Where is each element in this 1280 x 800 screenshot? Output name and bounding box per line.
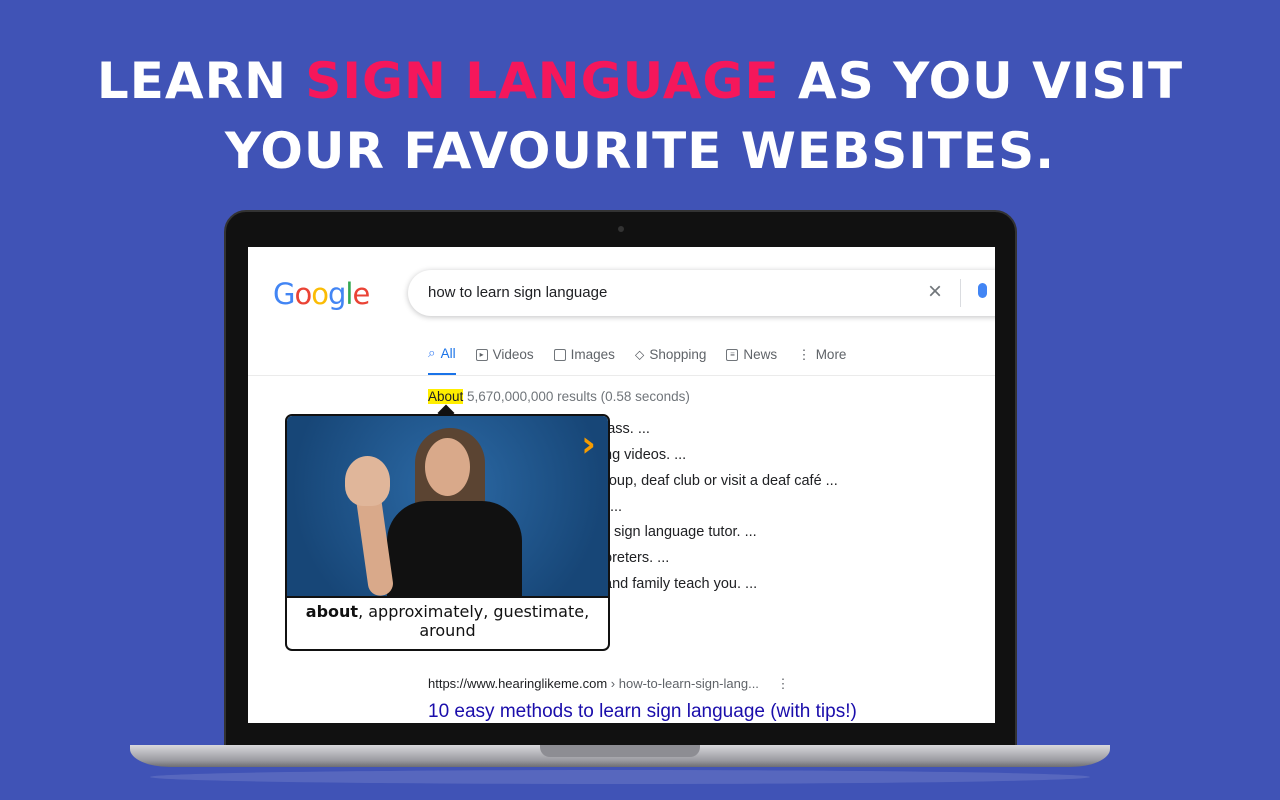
image-icon [553,348,566,361]
tab-label: Shopping [649,347,707,362]
chevron-right-icon[interactable]: › [581,424,596,465]
signer-hand [345,456,390,506]
search-tabs: ⌕ All ▸ Videos Images ⬦ Shopping ≡ News ⋮ Mor… [428,345,846,376]
play-icon: ▸ [475,348,488,361]
snippet-line: and family teach you. ... [604,576,758,592]
tab-videos[interactable]: ▸ Videos [475,345,534,376]
sign-language-popup: › about, approximately, guestimate, arou… [285,414,610,651]
signer-face [425,438,470,496]
headline-line-2: YOUR FAVOURITE WEBSITES. [224,122,1056,180]
url-path: › how-to-learn-sign-lang... [607,676,759,691]
signer-body [387,501,522,596]
snippet-line: roup, deaf club or visit a deaf café ... [604,473,838,489]
tab-shopping[interactable]: ⬦ Shopping [635,345,707,376]
snippet-line: sign language tutor. ... [614,524,757,540]
tab-more[interactable]: ⋮ More [797,345,846,376]
webcam [618,226,624,232]
clear-icon[interactable]: × [928,280,942,304]
result-url[interactable]: https://www.hearinglikeme.com › how-to-l… [428,676,790,692]
result-stats: About 5,670,000,000 results (0.58 second… [428,389,690,404]
highlighted-word[interactable]: About [428,389,464,404]
newspaper-icon: ≡ [726,348,739,361]
tag-icon: ⬦ [634,346,645,362]
search-input[interactable]: how to learn sign language [408,270,995,316]
tab-label: All [440,345,456,361]
search-divider [960,279,961,307]
laptop-notch [540,745,700,757]
more-vertical-icon: ⋮ [797,346,811,362]
url-domain: https://www.hearinglikeme.com [428,676,608,691]
tab-label: Videos [492,347,534,362]
tab-label: More [815,347,847,362]
more-vertical-icon[interactable]: ⋮ [777,676,790,691]
sign-video[interactable]: › [287,416,608,598]
snippet-line: ... [610,499,623,515]
snippet-line: lass. ... [604,421,650,437]
tab-label: News [743,347,778,362]
tab-all[interactable]: ⌕ All [428,345,456,376]
tab-news[interactable]: ≡ News [726,345,777,376]
caption-synonyms: , approximately, guestimate, around [358,602,590,640]
popup-caption: about, approximately, guestimate, around [287,602,608,640]
tab-label: Images [570,347,615,362]
snippet-line: oreters. ... [604,550,670,566]
result-title-link[interactable]: 10 easy methods to learn sign language (… [428,701,857,723]
tab-images[interactable]: Images [553,345,615,376]
headline-line-1: LEARN SIGN LANGUAGE AS YOU VISIT [96,52,1184,110]
search-icon: ⌕ [428,345,436,360]
microphone-icon[interactable] [978,283,987,298]
laptop-reflection [150,770,1090,784]
tabs-divider [248,375,995,376]
stats-text: 5,670,000,000 results (0.58 seconds) [463,389,690,404]
google-logo[interactable]: Google [273,277,370,311]
caption-word: about [305,602,359,621]
snippet-line: ng videos. ... [604,447,687,463]
